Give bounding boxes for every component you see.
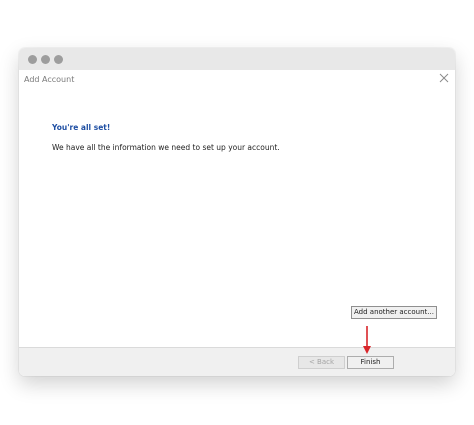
red-arrow-icon bbox=[363, 326, 371, 354]
back-button[interactable]: < Back bbox=[298, 356, 345, 369]
window-titlebar bbox=[19, 48, 455, 70]
dialog-title: Add Account bbox=[24, 75, 75, 84]
add-another-account-button[interactable]: Add another account... bbox=[351, 306, 437, 319]
window-control-dot[interactable] bbox=[54, 55, 63, 64]
add-account-dialog: Add Account You're all set! We have all … bbox=[19, 70, 455, 376]
window-control-dot[interactable] bbox=[41, 55, 50, 64]
dialog-footer: < Back Finish bbox=[19, 347, 455, 376]
success-heading: You're all set! bbox=[52, 123, 111, 132]
success-message: We have all the information we need to s… bbox=[52, 143, 280, 152]
app-window: Add Account You're all set! We have all … bbox=[19, 48, 455, 376]
finish-button[interactable]: Finish bbox=[347, 356, 394, 369]
window-control-dot[interactable] bbox=[28, 55, 37, 64]
close-icon[interactable] bbox=[438, 72, 450, 84]
